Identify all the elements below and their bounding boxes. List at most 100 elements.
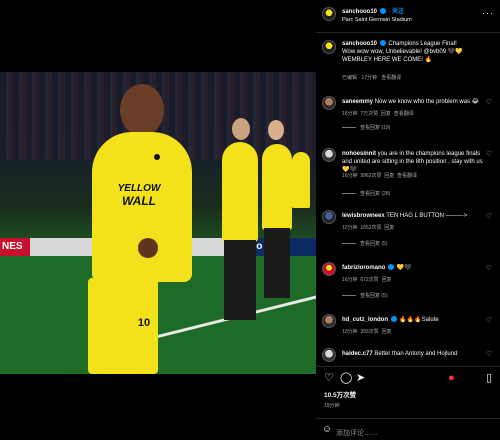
comment-time: 12分钟	[342, 225, 358, 231]
player-head	[120, 84, 164, 136]
comment-reply-link[interactable]: 回复	[381, 329, 391, 335]
comment-likes[interactable]: 7万次赞	[360, 111, 378, 117]
comment-body: fabrizioromano 💛🖤	[342, 264, 482, 272]
comment-username[interactable]: lewisbrowneex	[342, 213, 385, 219]
comment-username[interactable]: hd_cutz_london	[342, 317, 388, 323]
comment-meta: 16分钟 672次赞 回复	[342, 276, 391, 284]
post-side-panel: sanchooo10 · 关注 Parc Saint Germain Stadi…	[316, 0, 500, 440]
comment-username[interactable]: fabrizioromano	[342, 265, 385, 271]
comment-item: lewisbrowneex TEN HAG L BUTTON ———> ♡ 12…	[316, 208, 500, 256]
comment-username[interactable]: haidec.c77	[342, 351, 373, 357]
comment-like-icon[interactable]: ♡	[486, 98, 492, 106]
header-line: sanchooo10 · 关注	[342, 8, 405, 15]
post-header: sanchooo10 · 关注 Parc Saint Germain Stadi…	[316, 4, 500, 30]
more-icon[interactable]: ···	[482, 8, 494, 18]
caption-avatar[interactable]	[322, 40, 336, 54]
comment-meta: 16分钟 9962次赞 回复 查看翻译	[342, 172, 417, 180]
view-replies-link[interactable]: 查看回复 (19)	[342, 124, 390, 132]
comment-item: nohoesinnit you are in the champions lea…	[316, 146, 500, 202]
comment-username[interactable]: saneemmy	[342, 99, 373, 105]
dash-divider	[342, 295, 356, 297]
comment-text: TEN HAG L BUTTON ———>	[386, 213, 468, 219]
staff-member-2	[262, 144, 292, 230]
staff-trousers-2	[264, 228, 290, 298]
view-replies-label: 查看回复 (19)	[360, 125, 391, 131]
comment-avatar[interactable]	[322, 348, 336, 362]
comment-text: Better than Antony and Hojlund	[374, 351, 458, 357]
comment-likes[interactable]: 393次赞	[360, 329, 378, 335]
post-photo[interactable]: NES opo YELLOW WALL 10	[0, 72, 316, 374]
comment-likes[interactable]: 9962次赞	[360, 173, 381, 179]
comment-icon[interactable]: ◯	[340, 372, 352, 384]
comment-like-icon[interactable]: ♡	[486, 212, 492, 220]
caption-translate-link[interactable]: 查看翻译	[381, 75, 401, 81]
likes-count[interactable]: 10.5万次赞	[324, 392, 356, 400]
comment-meta: 13分钟 393次赞 回复	[342, 328, 391, 336]
comment-item: saneemmy Now we know who the problem was…	[316, 94, 500, 138]
dash-divider	[342, 243, 356, 245]
caption-meta-row: 已编辑 · 17分钟 查看翻译	[342, 74, 401, 82]
comment-time: 16分钟	[342, 173, 358, 179]
comment-like-icon[interactable]: ♡	[486, 264, 492, 272]
verified-badge-icon	[379, 8, 386, 15]
shorts-number: 10	[137, 317, 151, 329]
comment-avatar[interactable]	[322, 314, 336, 328]
view-replies-link[interactable]: 查看回复 (28)	[342, 190, 390, 198]
caption-author[interactable]: sanchooo10	[342, 41, 377, 47]
comment-reply-link[interactable]: 回复	[384, 173, 394, 179]
dash-divider	[342, 127, 356, 129]
caption-meta: 已编辑 · 17分钟	[342, 75, 378, 81]
comment-likes[interactable]: 672次赞	[360, 277, 378, 283]
comment-text: 🔥🔥🔥Salute	[399, 317, 439, 323]
comment-reply-link[interactable]: 回复	[381, 277, 391, 283]
staff-head-2	[268, 120, 284, 140]
ad-text-left: NES	[2, 241, 23, 252]
actions-divider	[316, 366, 500, 367]
add-comment-input[interactable]: 添加评论……	[336, 428, 378, 438]
author-username[interactable]: sanchooo10	[342, 9, 377, 15]
comment-time: 16分钟	[342, 111, 358, 117]
comment-time: 13分钟	[342, 329, 358, 335]
comment-reply-link[interactable]: 回复	[381, 111, 391, 117]
location-link[interactable]: Parc Saint Germain Stadium	[342, 16, 412, 24]
comment-item: hd_cutz_london 🔥🔥🔥Salute ♡ 13分钟 393次赞 回复	[316, 312, 500, 346]
comment-body: haidec.c77 Better than Antony and Hojlun…	[342, 350, 482, 358]
comment-text: 💛🖤	[396, 265, 412, 271]
comment-like-icon[interactable]: ♡	[486, 150, 492, 158]
comment-username[interactable]: nohoesinnit	[342, 151, 376, 157]
comment-meta: 12分钟 1652次赞 回复	[342, 224, 394, 232]
comment-avatar[interactable]	[322, 96, 336, 110]
bookmark-icon[interactable]: ▯	[486, 372, 492, 384]
follow-button[interactable]: 关注	[392, 9, 404, 15]
emoji-icon[interactable]: ☺	[322, 424, 332, 436]
comment-like-icon[interactable]: ♡	[486, 350, 492, 358]
comment-avatar[interactable]	[322, 210, 336, 224]
staff-trousers	[224, 240, 256, 320]
comment-likes[interactable]: 1652次赞	[360, 225, 381, 231]
comment-reply-link[interactable]: 回复	[384, 225, 394, 231]
comment-like-icon[interactable]: ♡	[486, 316, 492, 324]
comment-item: fabrizioromano 💛🖤 ♡ 16分钟 672次赞 回复 查看回复 (…	[316, 260, 500, 308]
verified-badge-icon	[388, 264, 395, 271]
caption-line2: Wow wow wow, Unbelievable! @bvb09 🖤💛	[342, 49, 463, 55]
caption: sanchooo10 Champions League Final! Wow w…	[316, 38, 500, 88]
comment-avatar[interactable]	[322, 148, 336, 162]
caption-text: sanchooo10 Champions League Final! Wow w…	[342, 40, 492, 64]
shirt-text-line1: YELLOW	[117, 183, 161, 194]
comment-body: saneemmy Now we know who the problem was…	[342, 98, 482, 106]
club-crest-icon	[152, 152, 162, 162]
view-replies-link[interactable]: 查看回复 (5)	[342, 240, 388, 248]
comment-body: hd_cutz_london 🔥🔥🔥Salute	[342, 316, 482, 324]
staff-head	[232, 118, 250, 140]
comment-body: lewisbrowneex TEN HAG L BUTTON ———>	[342, 212, 482, 220]
heart-icon[interactable]: ♡	[324, 372, 334, 384]
comment-avatar[interactable]	[322, 262, 336, 276]
send-icon[interactable]: ➤	[356, 372, 365, 384]
comment-translate-link[interactable]: 查看翻译	[397, 173, 417, 179]
player-fist	[138, 238, 158, 258]
author-avatar[interactable]	[322, 7, 336, 21]
comment-translate-link[interactable]: 查看翻译	[394, 111, 414, 117]
comment-time: 16分钟	[342, 277, 358, 283]
view-replies-link[interactable]: 查看回复 (5)	[342, 292, 388, 300]
photo-pane: NES opo YELLOW WALL 10	[0, 0, 316, 440]
